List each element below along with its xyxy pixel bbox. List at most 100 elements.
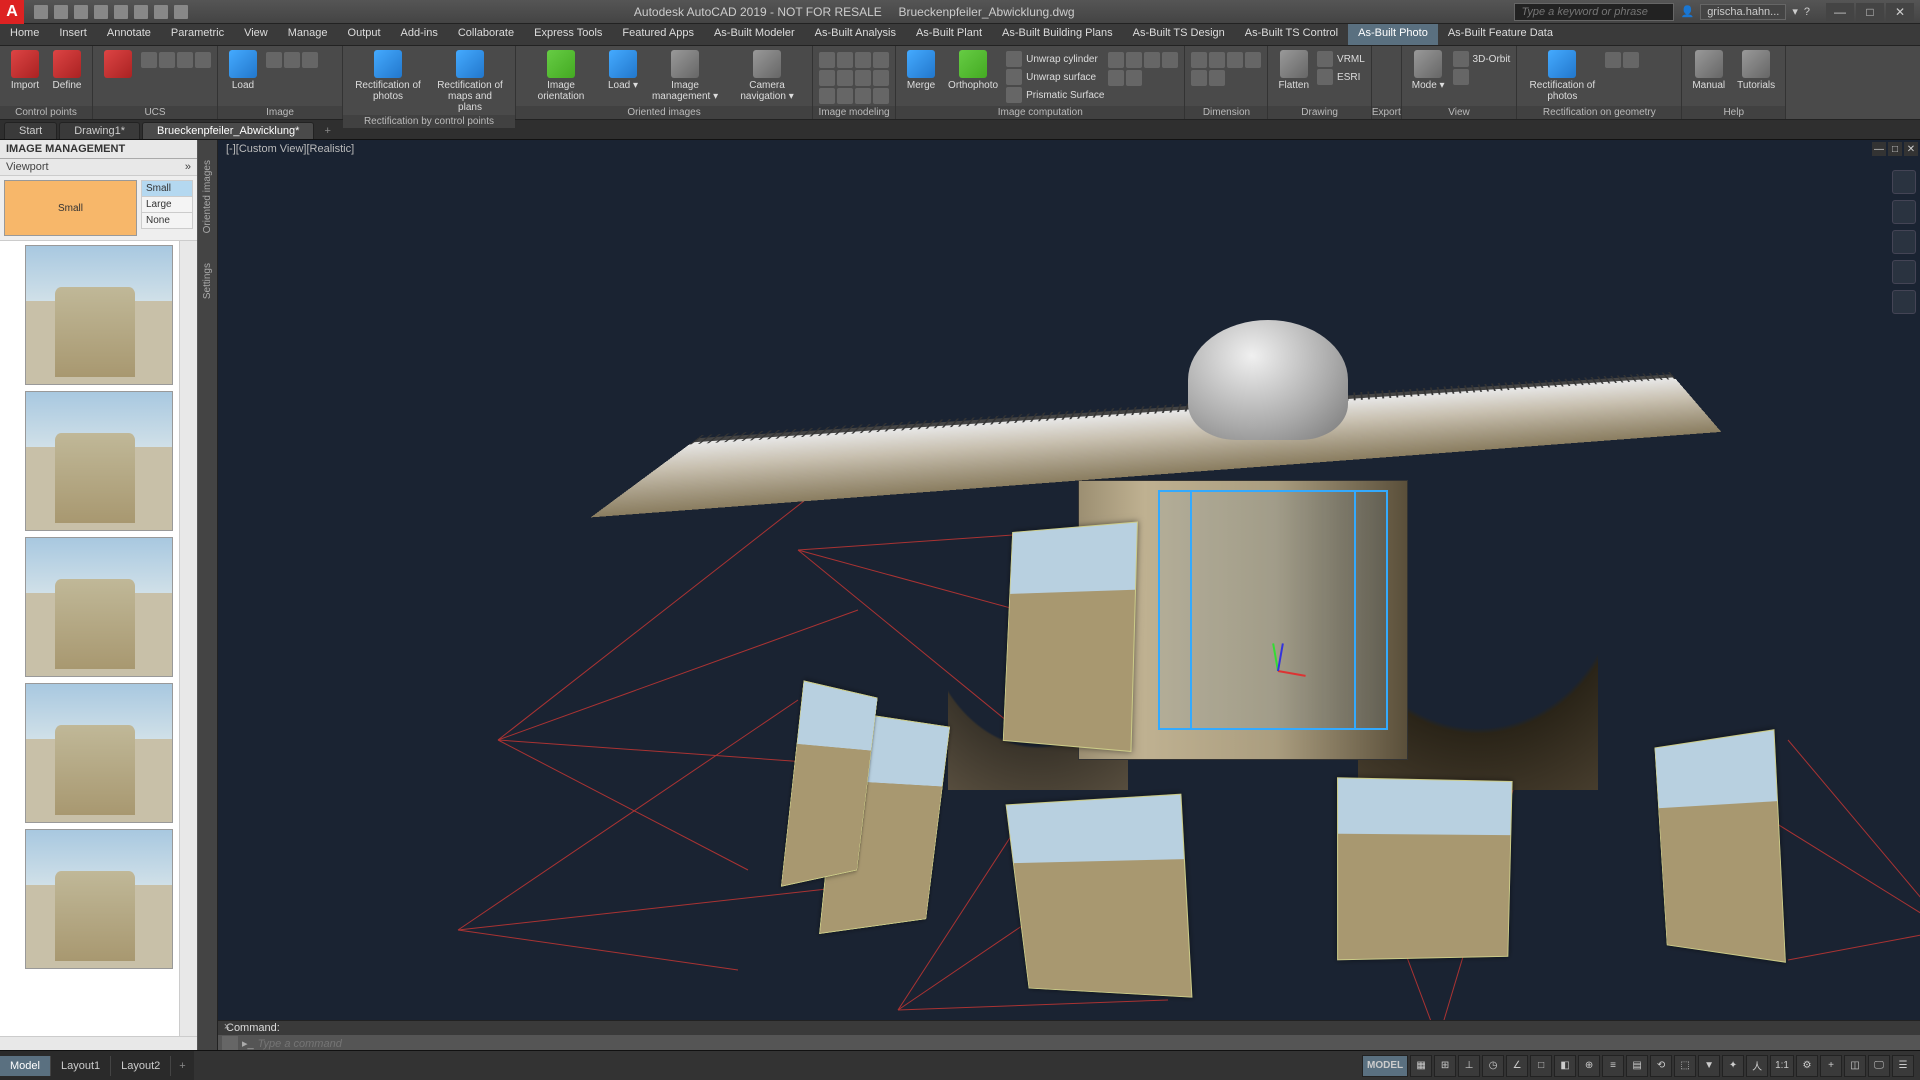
vp-close-icon[interactable]: ✕: [1904, 142, 1918, 156]
viewport-size-option[interactable]: Large: [141, 196, 193, 213]
app-logo[interactable]: A: [0, 0, 24, 24]
minimize-button[interactable]: —: [1826, 3, 1854, 21]
ribbon-mini-button[interactable]: [819, 70, 835, 86]
thumbnail-item[interactable]: [25, 245, 173, 385]
status-3dosnap-icon[interactable]: ◧: [1554, 1055, 1576, 1077]
ribbon-tab-insert[interactable]: Insert: [49, 24, 97, 45]
qat-redo-icon[interactable]: [154, 5, 168, 19]
status-osnap-icon[interactable]: □: [1530, 1055, 1552, 1077]
layout-tab-layout1[interactable]: Layout1: [51, 1056, 111, 1076]
viewport-label-text[interactable]: [-][Custom View][Realistic]: [226, 143, 354, 155]
ribbon-button[interactable]: Rectification of photos: [1523, 48, 1601, 104]
ribbon-mini-button[interactable]: [855, 70, 871, 86]
status-dynamic-icon[interactable]: ⊕: [1578, 1055, 1600, 1077]
ribbon-mini-button[interactable]: [159, 52, 175, 68]
thumbnail-list[interactable]: [0, 240, 197, 1050]
status-filter-icon[interactable]: ▼: [1698, 1055, 1720, 1077]
status-gear-icon[interactable]: ⚙: [1796, 1055, 1818, 1077]
signin-icon[interactable]: 👤: [1680, 5, 1694, 18]
status-customize-icon[interactable]: ☰: [1892, 1055, 1914, 1077]
qat-saveas-icon[interactable]: [94, 5, 108, 19]
viewport-3d[interactable]: [-][Custom View][Realistic] — □ ✕: [218, 140, 1920, 1050]
ribbon-button[interactable]: Orthophoto: [944, 48, 1002, 93]
sidetab-oriented-images[interactable]: Oriented images: [202, 160, 213, 233]
ribbon-button[interactable]: Tutorials: [1733, 48, 1779, 93]
status-polar-icon[interactable]: ◷: [1482, 1055, 1504, 1077]
ribbon-mini-button[interactable]: [177, 52, 193, 68]
viewport-expand-icon[interactable]: »: [185, 161, 191, 173]
ribbon-tab-manage[interactable]: Manage: [278, 24, 338, 45]
status-ortho-icon[interactable]: ⊥: [1458, 1055, 1480, 1077]
ribbon-mini-button[interactable]: [141, 52, 157, 68]
status-plus-icon[interactable]: +: [1820, 1055, 1842, 1077]
cmd-close-icon[interactable]: ×: [220, 1021, 234, 1033]
ribbon-tab-as-built-analysis[interactable]: As-Built Analysis: [805, 24, 906, 45]
layout-tab-model[interactable]: Model: [0, 1056, 51, 1076]
ribbon-small-button[interactable]: Unwrap cylinder: [1006, 51, 1104, 67]
user-name[interactable]: grischa.hahn...: [1700, 4, 1786, 20]
ribbon-tab-home[interactable]: Home: [0, 24, 49, 45]
qat-open-icon[interactable]: [54, 5, 68, 19]
maximize-button[interactable]: □: [1856, 3, 1884, 21]
ribbon-button[interactable]: Image management ▾: [646, 48, 724, 104]
ribbon-button[interactable]: Load ▾: [604, 48, 642, 93]
ribbon-small-button[interactable]: Unwrap surface: [1006, 69, 1104, 85]
ribbon-mini-button[interactable]: [1623, 52, 1639, 68]
qat-undo-icon[interactable]: [134, 5, 148, 19]
viewport-preview[interactable]: Small: [4, 180, 137, 236]
ribbon-mini-button[interactable]: [837, 70, 853, 86]
ribbon-mini-button[interactable]: [1162, 52, 1178, 68]
ribbon-mini-button[interactable]: [1126, 70, 1142, 86]
ribbon-mini-button[interactable]: [873, 52, 889, 68]
status-scale-button[interactable]: 1:1: [1770, 1055, 1794, 1077]
ribbon-mini-button[interactable]: [284, 52, 300, 68]
exchange-icon[interactable]: ▾: [1792, 5, 1798, 18]
search-input[interactable]: [1514, 3, 1674, 21]
ribbon-button[interactable]: [99, 48, 137, 82]
oriented-image-plane[interactable]: [1337, 777, 1513, 960]
qat-more-icon[interactable]: [174, 5, 188, 19]
ribbon-mini-button[interactable]: [819, 88, 835, 104]
ribbon-mini-button[interactable]: [1144, 52, 1160, 68]
status-snap-icon[interactable]: ⊞: [1434, 1055, 1456, 1077]
status-lineweight-icon[interactable]: ≡: [1602, 1055, 1624, 1077]
ribbon-button[interactable]: Rectification of photos: [349, 48, 427, 104]
status-isoplane-icon[interactable]: ∠: [1506, 1055, 1528, 1077]
ribbon-tab-as-built-modeler[interactable]: As-Built Modeler: [704, 24, 805, 45]
ribbon-mini-button[interactable]: [837, 52, 853, 68]
ribbon-tab-as-built-photo[interactable]: As-Built Photo: [1348, 24, 1438, 45]
ribbon-tab-as-built-ts-design[interactable]: As-Built TS Design: [1123, 24, 1235, 45]
ribbon-mini-button[interactable]: [1108, 70, 1124, 86]
ribbon-mini-button[interactable]: [1245, 52, 1261, 68]
status-transparency-icon[interactable]: ▤: [1626, 1055, 1648, 1077]
ribbon-mini-button[interactable]: [873, 88, 889, 104]
ribbon-mini-button[interactable]: [819, 52, 835, 68]
file-tab-add-button[interactable]: +: [316, 123, 338, 139]
ribbon-tab-collaborate[interactable]: Collaborate: [448, 24, 524, 45]
ribbon-tab-as-built-ts-control[interactable]: As-Built TS Control: [1235, 24, 1348, 45]
status-3d-icon[interactable]: ⬚: [1674, 1055, 1696, 1077]
nav-wheel-icon[interactable]: [1892, 200, 1916, 224]
ribbon-mini-button[interactable]: [1126, 52, 1142, 68]
command-input[interactable]: [254, 1038, 1920, 1050]
ribbon-mini-button[interactable]: [855, 88, 871, 104]
ribbon-small-button[interactable]: ESRI: [1317, 69, 1365, 85]
ribbon-tab-view[interactable]: View: [234, 24, 278, 45]
ribbon-mini-button[interactable]: [1605, 52, 1621, 68]
file-tab[interactable]: Start: [4, 122, 57, 139]
status-gizmo-icon[interactable]: ✦: [1722, 1055, 1744, 1077]
ribbon-button[interactable]: Rectification of maps and plans: [431, 48, 509, 115]
help-icon[interactable]: ?: [1804, 6, 1810, 18]
ribbon-small-button[interactable]: [1453, 69, 1511, 85]
sidetab-settings[interactable]: Settings: [202, 263, 213, 299]
oriented-image-plane[interactable]: [1006, 794, 1193, 998]
ribbon-tab-featured-apps[interactable]: Featured Apps: [612, 24, 704, 45]
orbit-icon[interactable]: [1892, 290, 1916, 314]
horizontal-scrollbar[interactable]: [0, 1036, 197, 1050]
ribbon-button[interactable]: Load: [224, 48, 262, 93]
vertical-scrollbar[interactable]: [179, 241, 197, 1036]
ribbon-tab-annotate[interactable]: Annotate: [97, 24, 161, 45]
viewcube-icon[interactable]: [1892, 170, 1916, 194]
ribbon-small-button[interactable]: Prismatic Surface: [1006, 87, 1104, 103]
ribbon-tab-express-tools[interactable]: Express Tools: [524, 24, 612, 45]
